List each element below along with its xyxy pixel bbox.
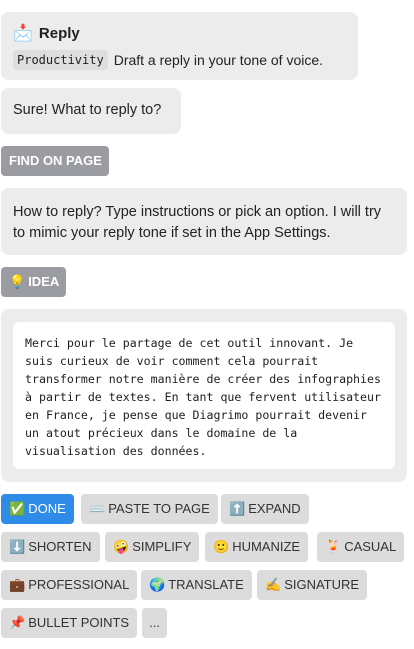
bullet-points-label: BULLET POINTS bbox=[28, 615, 130, 630]
expand-button[interactable]: ⬆️ EXPAND bbox=[221, 494, 309, 524]
shorten-label: SHORTEN bbox=[28, 539, 92, 554]
signature-button[interactable]: ✍️ SIGNATURE bbox=[257, 570, 368, 600]
category-tag: Productivity bbox=[13, 50, 108, 70]
expand-label: EXPAND bbox=[248, 501, 301, 516]
shorten-button[interactable]: ⬇️ SHORTEN bbox=[1, 532, 100, 562]
signature-label: SIGNATURE bbox=[284, 577, 360, 592]
globe-icon: 🌍 bbox=[149, 577, 166, 592]
more-options-button[interactable]: ... bbox=[142, 608, 167, 638]
simplify-button[interactable]: 🤪 SIMPLIFY bbox=[105, 532, 200, 562]
translate-button[interactable]: 🌍 TRANSLATE bbox=[141, 570, 252, 600]
humanize-label: HUMANIZE bbox=[232, 539, 301, 554]
humanize-button[interactable]: 🙂 HUMANIZE bbox=[205, 532, 309, 562]
draft-container: Merci pour le partage de cet outil innov… bbox=[1, 309, 407, 482]
find-on-page-button[interactable]: FIND ON PAGE bbox=[1, 146, 109, 176]
writing-hand-icon: ✍️ bbox=[265, 577, 282, 592]
paste-label: PASTE TO PAGE bbox=[108, 501, 210, 516]
zany-face-icon: 🤪 bbox=[113, 539, 130, 554]
envelope-icon: 📩 bbox=[13, 25, 33, 42]
casual-label: CASUAL bbox=[344, 539, 397, 554]
idea-button[interactable]: 💡 IDEA bbox=[1, 267, 66, 297]
down-arrow-icon: ⬇️ bbox=[9, 539, 26, 554]
howto-bubble: How to reply? Type instructions or pick … bbox=[1, 188, 407, 255]
cocktail-icon: 🍹 bbox=[325, 539, 342, 554]
reply-card: 📩 Reply Productivity Draft a reply in yo… bbox=[1, 12, 358, 80]
idea-label: IDEA bbox=[28, 274, 60, 289]
check-icon: ✅ bbox=[9, 501, 26, 516]
done-label: DONE bbox=[28, 501, 66, 516]
briefcase-icon: 💼 bbox=[9, 577, 26, 592]
reply-description: Draft a reply in your tone of voice. bbox=[113, 52, 324, 68]
up-arrow-icon: ⬆️ bbox=[229, 501, 246, 516]
assistant-prompt-bubble: Sure! What to reply to? bbox=[1, 88, 181, 134]
bullet-points-button[interactable]: 📌 BULLET POINTS bbox=[1, 608, 138, 638]
keyboard-icon: ⌨️ bbox=[89, 501, 106, 516]
reply-subtitle-row: Productivity Draft a reply in your tone … bbox=[13, 50, 346, 70]
paste-to-page-button[interactable]: ⌨️ PASTE TO PAGE bbox=[81, 494, 218, 524]
done-button[interactable]: ✅ DONE bbox=[1, 494, 74, 524]
pushpin-icon: 📌 bbox=[9, 615, 26, 630]
smiley-icon: 🙂 bbox=[213, 539, 230, 554]
casual-button[interactable]: 🍹 CASUAL bbox=[317, 532, 405, 562]
professional-label: PROFESSIONAL bbox=[28, 577, 130, 592]
draft-reply-text[interactable]: Merci pour le partage de cet outil innov… bbox=[13, 322, 395, 469]
translate-label: TRANSLATE bbox=[168, 577, 244, 592]
lightbulb-icon: 💡 bbox=[9, 274, 26, 289]
reply-title-row: 📩 Reply bbox=[13, 24, 346, 44]
professional-button[interactable]: 💼 PROFESSIONAL bbox=[1, 570, 138, 600]
simplify-label: SIMPLIFY bbox=[132, 539, 192, 554]
reply-title: Reply bbox=[38, 25, 80, 42]
